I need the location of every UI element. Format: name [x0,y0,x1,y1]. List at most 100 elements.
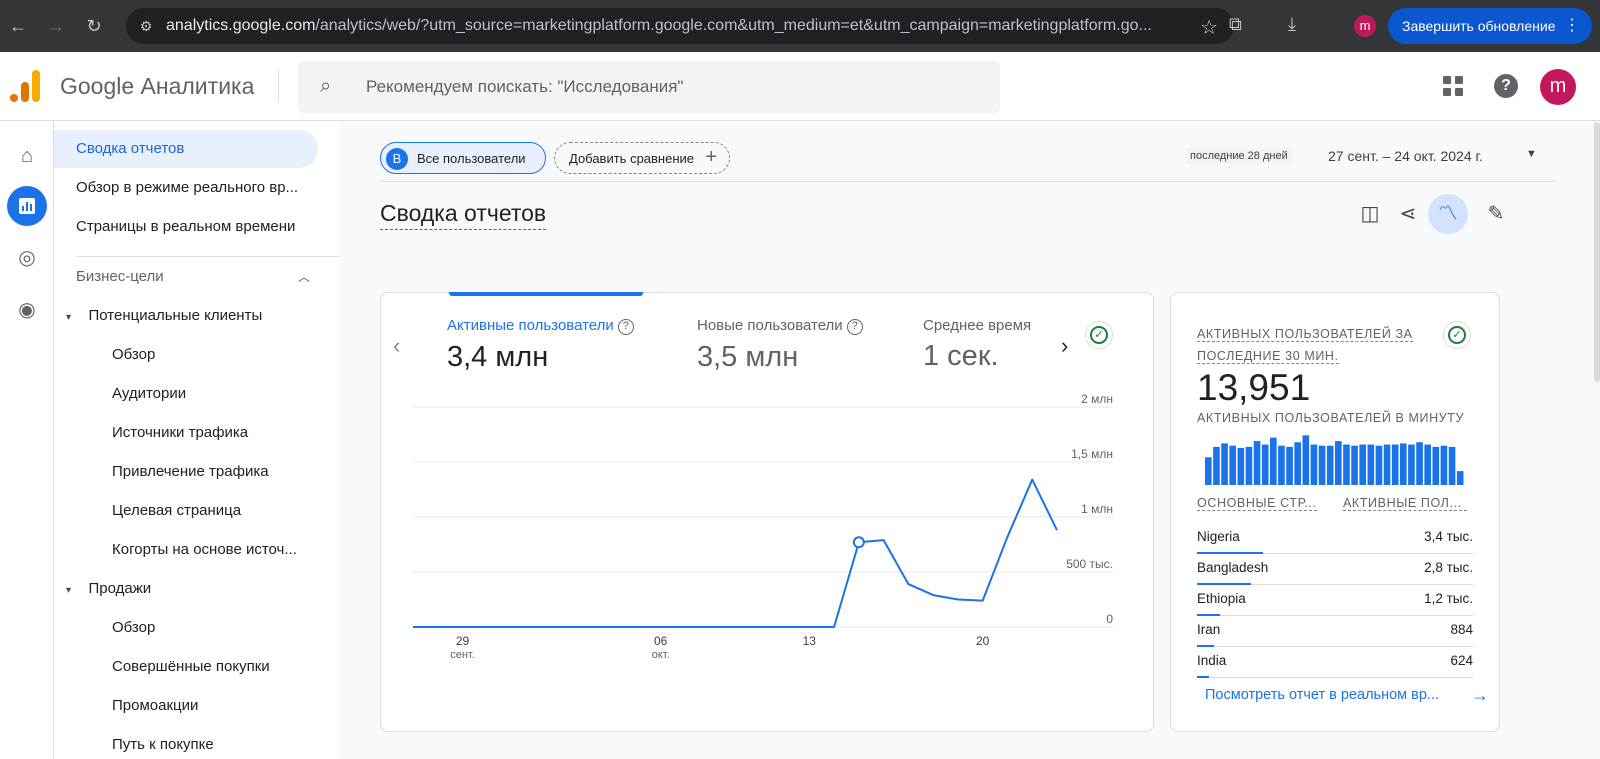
home-icon[interactable]: ⌂ [7,136,47,176]
analytics-logo[interactable] [10,70,40,102]
kpi-label: Новые пользователи [697,317,843,334]
sidebar-item-landing-page[interactable]: Целевая страница [54,492,318,530]
back-icon[interactable]: ← [6,14,30,38]
country-name: Ethiopia [1197,591,1246,606]
explore-icon[interactable]: ◎ [7,238,47,278]
table-row[interactable]: Bangladesh 2,8 тыс. [1197,554,1473,585]
kpi-active-users[interactable]: Активные пользователи? 3,4 млн [447,317,634,374]
chevron-right-icon[interactable]: › [1061,333,1068,359]
date-preset-label: последние 28 дней [1186,148,1292,164]
page-scrollbar[interactable] [1594,122,1600,382]
edit-pencil-icon[interactable]: ✎ [1476,194,1516,234]
sidebar-item-leads-overview[interactable]: Обзор [54,336,318,374]
sidebar-item-audiences[interactable]: Аудитории [54,375,318,413]
help-icon[interactable]: ? [1494,74,1518,98]
y-tick-label: 1 млн [1081,502,1113,516]
arrow-right-icon[interactable]: → [1471,685,1489,706]
users-column-header[interactable]: АКТИВНЫЕ ПОЛ... [1343,496,1467,511]
sidebar-section-business-goals[interactable]: Бизнес-цели ︿ [54,258,318,296]
table-row[interactable]: Ethiopia 1,2 тыс. [1197,585,1473,616]
update-button[interactable]: Завершить обновление ⋮ [1388,8,1592,44]
sidebar-item-reports-snapshot[interactable]: Сводка отчетов [54,130,318,168]
per-minute-bar [1237,448,1245,485]
chevron-left-icon[interactable]: ‹ [393,333,400,359]
main-content: В Все пользователи Добавить сравнение + … [340,122,1600,759]
users-count: 884 [1450,622,1473,637]
share-icon[interactable]: ⋖ [1388,194,1428,234]
bookmark-star-icon[interactable]: ☆ [1200,15,1218,40]
sidebar-item-traffic-acquisition[interactable]: Привлечение трафика [54,453,318,491]
browser-profile-avatar[interactable]: m [1354,15,1376,37]
sidebar-item-realtime-pages[interactable]: Страницы в реальном времени [54,208,318,246]
per-minute-bar [1343,444,1350,485]
site-settings-icon[interactable]: ⚙ [136,16,156,36]
active-users-line-chart: 2 млн 1,5 млн 1 млн 500 тыс. 0 29сент. 06окт. 1… [413,393,1113,661]
caret-down-icon[interactable]: ▼ [1526,148,1537,160]
all-users-chip[interactable]: В Все пользователи [380,142,546,174]
sidebar-item-traffic-sources[interactable]: Источники трафика [54,414,318,452]
sidebar-item-sales-overview[interactable]: Обзор [54,609,318,647]
url-text: analytics.google.com/analytics/web/?utm_… [166,17,1152,34]
sidebar-item-purchases[interactable]: Совершённые покупки [54,648,318,686]
per-minute-bar [1213,446,1220,485]
compare-columns-icon[interactable]: ◫ [1350,194,1390,234]
y-tick-label: 0 [1106,612,1113,626]
kpi-new-users[interactable]: Новые пользователи? 3,5 млн [697,317,863,374]
realtime-title: АКТИВНЫХ ПОЛЬЗОВАТЕЛЕЙ ЗА ПОСЛЕДНИЕ 30 М… [1197,327,1413,364]
download-icon[interactable]: ⤓ [1288,14,1296,35]
search-placeholder: Рекомендуем поискать: "Исследования" [366,77,684,96]
kpi-avg-time[interactable]: Среднее время 1 сек. [923,317,1031,373]
add-comparison-button[interactable]: Добавить сравнение + [554,142,730,174]
users-count: 624 [1450,653,1473,668]
check-circle-icon[interactable]: ✓ [1085,321,1113,349]
table-row[interactable]: Nigeria 3,4 тыс. [1197,523,1473,554]
data-point-marker [852,536,865,549]
sidebar-item-realtime-overview[interactable]: Обзор в режиме реального вр... [54,169,318,207]
brand-name[interactable]: Google Аналитика [60,73,254,100]
insights-icon[interactable]: 〽 [1428,194,1468,234]
advertising-icon[interactable]: ◉ [7,290,47,330]
per-minute-bar [1335,441,1342,485]
search-box[interactable]: ⌕ Рекомендуем поискать: "Исследования" [298,61,1000,113]
help-circle-icon[interactable]: ? [846,319,863,335]
x-tick-label: 29 [456,634,470,648]
address-bar[interactable]: ⚙ analytics.google.com/analytics/web/?ut… [126,8,1234,44]
country-name: Bangladesh [1197,560,1269,575]
reports-icon[interactable] [7,186,47,226]
series-line [413,478,1058,628]
date-range-picker[interactable]: 27 сент. – 24 окт. 2024 г. [1328,148,1483,164]
page-title: Сводка отчетов [380,200,547,230]
country-name: Nigeria [1197,529,1240,544]
per-minute-bar [1391,444,1399,485]
search-icon: ⌕ [320,75,332,97]
sidebar-group-sales[interactable]: ▾ Продажи [54,570,318,608]
add-comparison-label: Добавить сравнение [569,151,695,166]
view-realtime-link[interactable]: Посмотреть отчет в реальном вр... [1205,687,1439,703]
per-minute-bar [1400,443,1407,485]
per-minute-bar [1367,444,1375,485]
kpi-label: Среднее время [923,317,1032,334]
apps-grid-icon[interactable] [1443,76,1463,96]
kpi-value: 1 сек. [923,340,999,372]
table-row[interactable]: Iran 884 [1197,616,1473,647]
table-row[interactable]: India 624 [1197,647,1473,678]
per-minute-bar [1261,444,1269,485]
check-circle-icon[interactable]: ✓ [1443,321,1471,349]
country-column-header[interactable]: ОСНОВНЫЕ СТР... [1197,496,1317,511]
forward-icon[interactable]: → [44,14,68,38]
sidebar-item-promotions[interactable]: Промоакции [54,687,318,725]
sidebar-item-cohorts[interactable]: Когорты на основе источ... [54,531,318,569]
sidebar-item-purchase-journey[interactable]: Путь к покупке [54,726,318,759]
account-avatar[interactable]: m [1540,69,1576,105]
sidebar-group-leads[interactable]: ▾ Потенциальные клиенты [54,297,318,335]
help-circle-icon[interactable]: ? [617,319,634,335]
per-minute-bar [1221,443,1228,485]
reload-icon[interactable]: ↻ [82,14,106,38]
chevron-up-icon: ︿ [297,270,310,284]
app-header: Google Аналитика ⌕ Рекомендуем поискать:… [0,52,1600,121]
per-minute-bar [1383,444,1391,485]
users-count: 2,8 тыс. [1424,560,1473,575]
extensions-icon[interactable]: ⧉ [1229,14,1242,35]
per-minute-bar [1302,435,1310,485]
kpi-value: 3,4 млн [447,341,549,373]
